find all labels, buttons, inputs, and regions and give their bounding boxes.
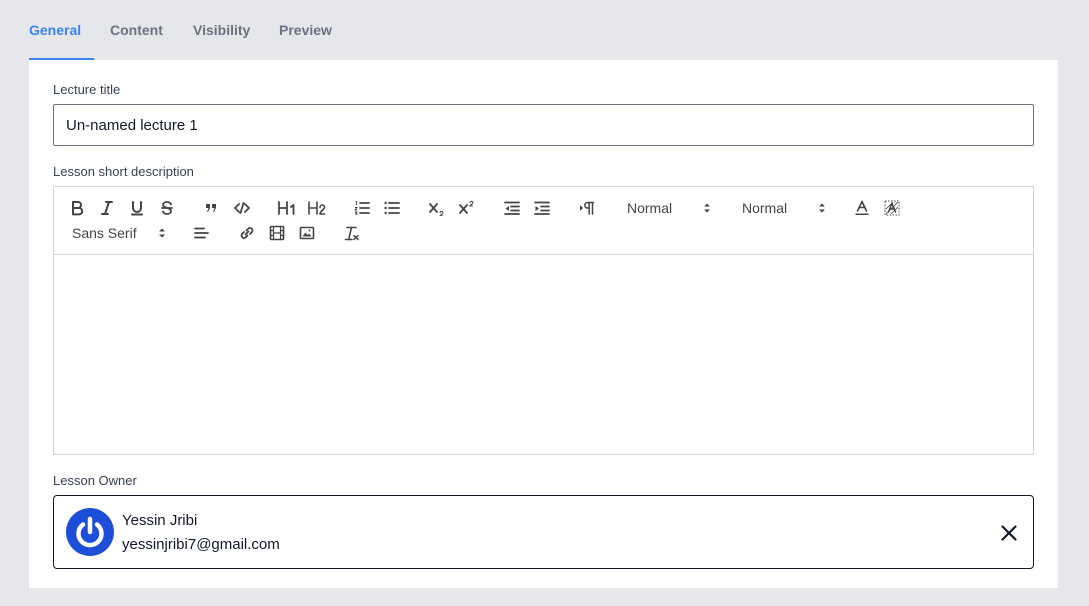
- outdent-icon[interactable]: [500, 197, 524, 219]
- tab-content[interactable]: Content: [94, 0, 177, 60]
- background-color-icon[interactable]: [880, 197, 904, 219]
- editor-toolbar: Normal Normal Sans Serif: [54, 187, 1033, 255]
- bold-icon[interactable]: [65, 197, 89, 219]
- font-picker-label: Sans Serif: [72, 225, 137, 241]
- lecture-title-input[interactable]: [53, 104, 1034, 146]
- code-block-icon[interactable]: [230, 197, 254, 219]
- tab-visibility[interactable]: Visibility: [177, 0, 263, 60]
- bullet-list-icon[interactable]: [380, 197, 404, 219]
- owner-label: Lesson Owner: [53, 473, 137, 488]
- link-icon[interactable]: [235, 222, 259, 244]
- italic-icon[interactable]: [95, 197, 119, 219]
- lecture-title-label: Lecture title: [53, 82, 121, 97]
- underline-icon[interactable]: [125, 197, 149, 219]
- general-form-card: Lecture title Lesson short description: [29, 60, 1058, 588]
- video-icon[interactable]: [265, 222, 289, 244]
- close-icon: [1001, 525, 1017, 541]
- strike-icon[interactable]: [155, 197, 179, 219]
- description-label: Lesson short description: [53, 164, 194, 179]
- clear-format-icon[interactable]: [340, 222, 364, 244]
- font-picker[interactable]: Sans Serif: [72, 222, 166, 244]
- editor-content-area[interactable]: [54, 255, 1033, 454]
- header-2-icon[interactable]: [305, 197, 329, 219]
- indent-icon[interactable]: [530, 197, 554, 219]
- picker-caret-icon: [819, 203, 825, 213]
- tab-preview[interactable]: Preview: [263, 0, 333, 60]
- owner-name: Yessin Jribi: [122, 512, 198, 529]
- lesson-owner-card: Yessin Jribi yessinjribi7@gmail.com: [53, 495, 1034, 569]
- align-icon[interactable]: [190, 222, 214, 244]
- font-color-icon[interactable]: [850, 197, 874, 219]
- tab-bar: General Content Visibility Preview: [29, 0, 333, 60]
- rtl-direction-icon[interactable]: [575, 197, 599, 219]
- size-picker-label: Normal: [742, 200, 788, 216]
- picker-caret-icon: [159, 228, 165, 238]
- blockquote-icon[interactable]: [199, 197, 223, 219]
- header-picker[interactable]: Normal: [627, 197, 711, 219]
- image-icon[interactable]: [295, 222, 319, 244]
- tab-general[interactable]: General: [29, 0, 94, 60]
- superscript-icon[interactable]: [455, 197, 479, 219]
- header-picker-label: Normal: [627, 200, 673, 216]
- ordered-list-icon[interactable]: [350, 197, 374, 219]
- size-picker[interactable]: Normal: [742, 197, 826, 219]
- avatar: [66, 508, 114, 556]
- rich-text-editor: Normal Normal Sans Serif: [53, 186, 1034, 455]
- subscript-icon[interactable]: [425, 197, 449, 219]
- header-1-icon[interactable]: [275, 197, 299, 219]
- owner-email: yessinjribi7@gmail.com: [122, 536, 280, 553]
- power-icon: [76, 516, 104, 548]
- picker-caret-icon: [704, 203, 710, 213]
- remove-owner-button[interactable]: [999, 523, 1019, 543]
